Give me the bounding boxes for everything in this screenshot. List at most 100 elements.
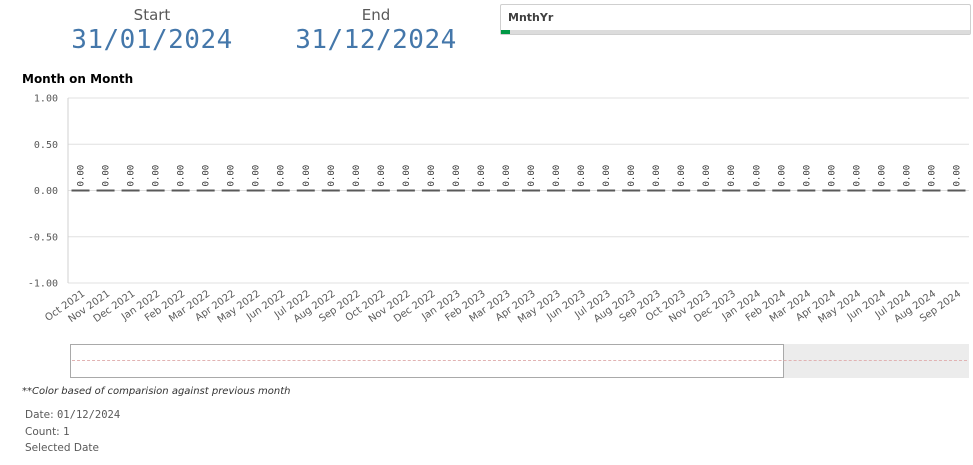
info-count: Count: 1 bbox=[25, 426, 70, 438]
data-label: 0.00 bbox=[102, 165, 112, 187]
data-label: 0.00 bbox=[377, 165, 387, 187]
bar bbox=[471, 189, 490, 192]
mnthyr-filter[interactable]: MnthYr bbox=[500, 4, 971, 35]
data-label: 0.00 bbox=[177, 165, 187, 187]
data-label: 0.00 bbox=[252, 165, 262, 187]
info-date-label: Date: bbox=[25, 409, 54, 421]
bar bbox=[96, 189, 115, 192]
bar bbox=[296, 189, 315, 192]
data-label: 0.00 bbox=[227, 165, 237, 187]
data-label: 0.00 bbox=[277, 165, 287, 187]
data-label: 0.00 bbox=[702, 165, 712, 187]
y-tick-label: 0.00 bbox=[34, 186, 58, 197]
data-label: 0.00 bbox=[127, 165, 137, 187]
bar bbox=[897, 189, 916, 192]
scroll-unselected-area bbox=[784, 344, 969, 378]
data-label: 0.00 bbox=[627, 165, 637, 187]
bar bbox=[496, 189, 515, 192]
bar bbox=[872, 189, 891, 192]
kpi-end: End 31/12/2024 bbox=[276, 6, 476, 55]
bar bbox=[371, 189, 390, 192]
bar bbox=[246, 189, 265, 192]
bar bbox=[196, 189, 215, 192]
data-label: 0.00 bbox=[502, 165, 512, 187]
bar bbox=[71, 189, 90, 192]
chart-title: Month on Month bbox=[22, 72, 134, 86]
bar bbox=[121, 189, 140, 192]
info-count-label: Count: bbox=[25, 426, 60, 438]
bar bbox=[772, 189, 791, 192]
bar bbox=[321, 189, 340, 192]
data-label: 0.00 bbox=[352, 165, 362, 187]
data-label: 0.00 bbox=[552, 165, 562, 187]
data-label: 0.00 bbox=[577, 165, 587, 187]
data-label: 0.00 bbox=[827, 165, 837, 187]
kpi-end-value: 31/12/2024 bbox=[295, 25, 457, 55]
info-selected-date: Selected Date bbox=[25, 442, 99, 454]
y-tick-label: 1.00 bbox=[34, 94, 58, 105]
data-label: 0.00 bbox=[427, 165, 437, 187]
scroll-handle[interactable] bbox=[70, 344, 784, 378]
color-note: **Color based of comparision against pre… bbox=[22, 386, 291, 397]
data-label: 0.00 bbox=[152, 165, 162, 187]
bar bbox=[597, 189, 616, 192]
data-label: 0.00 bbox=[952, 165, 962, 187]
bar bbox=[446, 189, 465, 192]
chart-scroll-navigator[interactable] bbox=[70, 344, 969, 378]
data-label: 0.00 bbox=[652, 165, 662, 187]
data-label: 0.00 bbox=[852, 165, 862, 187]
mnthyr-filter-label: MnthYr bbox=[508, 11, 554, 24]
bar bbox=[947, 189, 966, 192]
scroll-preview-line bbox=[72, 360, 967, 361]
data-label: 0.00 bbox=[752, 165, 762, 187]
bar bbox=[797, 189, 816, 192]
data-label: 0.00 bbox=[327, 165, 337, 187]
data-label: 0.00 bbox=[77, 165, 87, 187]
bar bbox=[146, 189, 165, 192]
data-label: 0.00 bbox=[877, 165, 887, 187]
bar bbox=[672, 189, 691, 192]
bar bbox=[722, 189, 741, 192]
data-label: 0.00 bbox=[677, 165, 687, 187]
bar bbox=[396, 189, 415, 192]
bar bbox=[522, 189, 541, 192]
data-label: 0.00 bbox=[927, 165, 937, 187]
kpi-start: Start 31/01/2024 bbox=[52, 6, 252, 55]
kpi-start-value: 31/01/2024 bbox=[71, 25, 233, 55]
data-label: 0.00 bbox=[602, 165, 612, 187]
y-tick-label: 0.50 bbox=[34, 140, 58, 151]
data-label: 0.00 bbox=[802, 165, 812, 187]
data-label: 0.00 bbox=[777, 165, 787, 187]
data-label: 0.00 bbox=[402, 165, 412, 187]
y-tick-label: -0.50 bbox=[28, 232, 58, 243]
month-on-month-chart[interactable]: 1.000.500.00-0.50-1.000.00Oct 20210.00No… bbox=[0, 88, 973, 344]
kpi-start-label: Start bbox=[133, 6, 171, 24]
bar bbox=[922, 189, 941, 192]
bar bbox=[572, 189, 591, 192]
data-label: 0.00 bbox=[452, 165, 462, 187]
data-label: 0.00 bbox=[302, 165, 312, 187]
bar bbox=[346, 189, 365, 192]
kpi-end-label: End bbox=[361, 6, 391, 24]
data-label: 0.00 bbox=[477, 165, 487, 187]
bar bbox=[622, 189, 641, 192]
bar bbox=[171, 189, 190, 192]
y-tick-label: -1.00 bbox=[28, 279, 58, 290]
bar bbox=[847, 189, 866, 192]
info-date-value: 01/12/2024 bbox=[56, 409, 121, 421]
bar bbox=[647, 189, 666, 192]
info-count-value: 1 bbox=[63, 426, 70, 438]
bar bbox=[822, 189, 841, 192]
bar bbox=[271, 189, 290, 192]
data-label: 0.00 bbox=[727, 165, 737, 187]
mnthyr-selected-portion bbox=[501, 30, 511, 34]
data-label: 0.00 bbox=[527, 165, 537, 187]
mnthyr-selection-bar bbox=[501, 30, 970, 34]
bar bbox=[421, 189, 440, 192]
bar bbox=[221, 189, 240, 192]
info-date: Date: 01/12/2024 bbox=[25, 409, 120, 421]
bar bbox=[747, 189, 766, 192]
data-label: 0.00 bbox=[902, 165, 912, 187]
data-label: 0.00 bbox=[202, 165, 212, 187]
bar bbox=[547, 189, 566, 192]
